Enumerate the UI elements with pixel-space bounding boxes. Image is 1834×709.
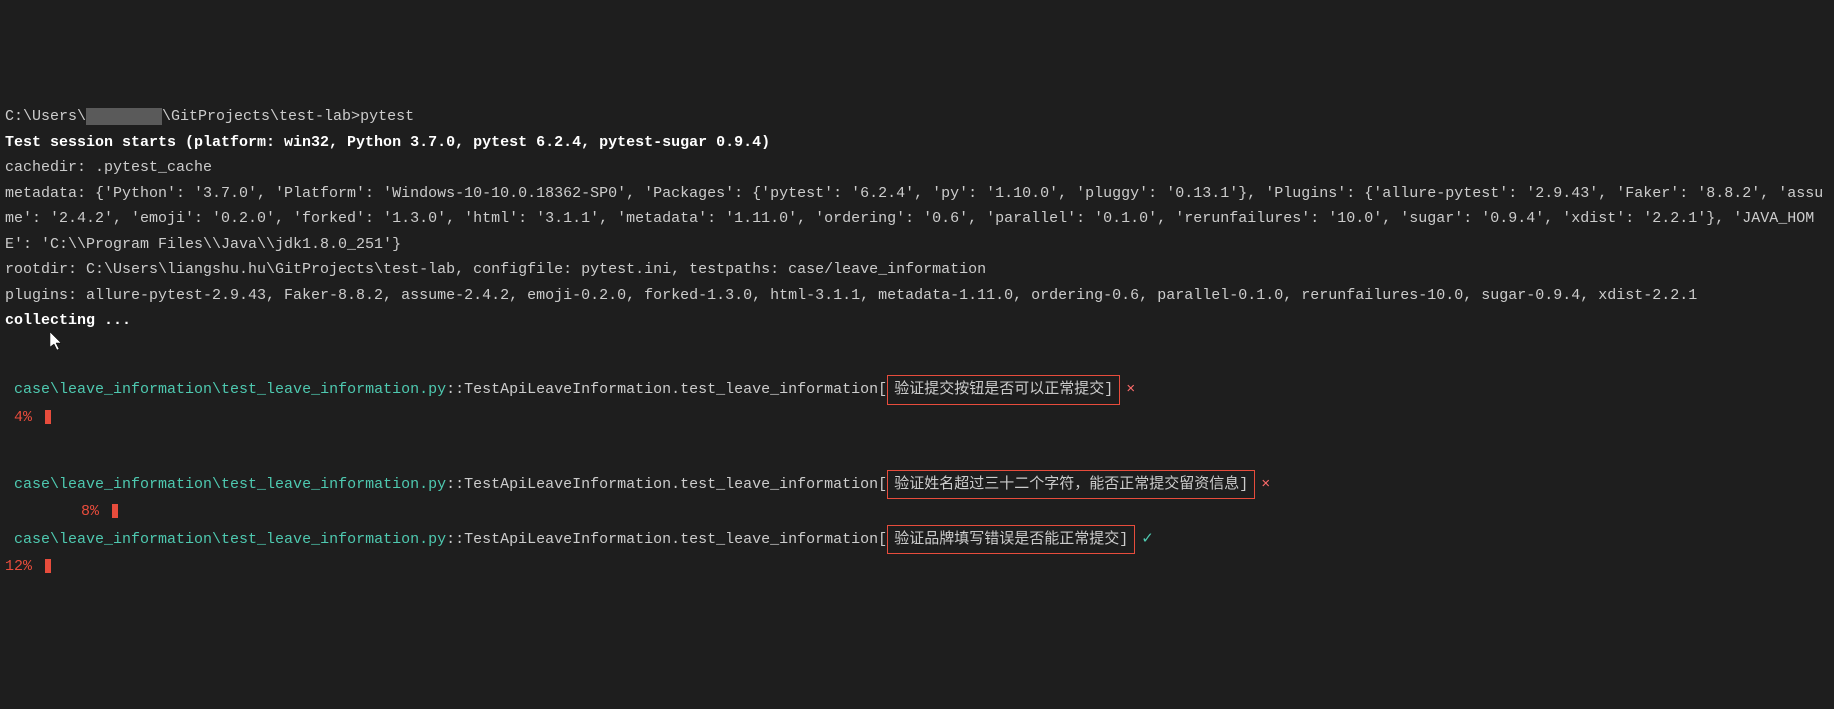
prompt-prefix: C:\Users\ xyxy=(5,108,86,125)
prompt-line: C:\Users\████████\GitProjects\test-lab>p… xyxy=(5,108,414,125)
test-sep: :: xyxy=(446,381,464,398)
plugins-line: plugins: allure-pytest-2.9.43, Faker-8.8… xyxy=(5,287,1697,304)
test-param-closing: ] xyxy=(1239,476,1248,493)
terminal-output[interactable]: C:\Users\████████\GitProjects\test-lab>p… xyxy=(5,104,1829,580)
test-sep: :: xyxy=(446,531,464,548)
prompt-redacted: ████████ xyxy=(86,108,162,125)
metadata-line: metadata: {'Python': '3.7.0', 'Platform'… xyxy=(5,185,1823,253)
test-param-closing: ] xyxy=(1104,381,1113,398)
test-param: 验证提交按钮是否可以正常提交 xyxy=(894,381,1104,398)
progress-line-1: 4% xyxy=(5,405,1829,431)
progress-bar xyxy=(45,559,51,573)
pass-mark-icon: ✓ xyxy=(1141,531,1154,548)
cachedir-line: cachedir: .pytest_cache xyxy=(5,159,212,176)
test-param-box: 验证提交按钮是否可以正常提交] xyxy=(887,375,1120,405)
test-param-box: 验证品牌填写错误是否能正常提交] xyxy=(887,525,1135,555)
test-path: case\leave_information\test_leave_inform… xyxy=(5,531,446,548)
progress-line-2: 8% xyxy=(81,499,1829,525)
percent-text: 4% xyxy=(5,409,32,426)
test-param: 验证姓名超过三十二个字符，能否正常提交留资信息 xyxy=(894,476,1239,493)
test-path: case\leave_information\test_leave_inform… xyxy=(5,476,446,493)
session-header: Test session starts (platform: win32, Py… xyxy=(5,134,770,151)
test-param-box: 验证姓名超过三十二个字符，能否正常提交留资信息] xyxy=(887,470,1255,500)
test-sep: :: xyxy=(446,476,464,493)
test-name: TestApiLeaveInformation.test_leave_infor… xyxy=(464,381,887,398)
fail-mark-icon: × xyxy=(1126,381,1135,398)
test-result-1: case\leave_information\test_leave_inform… xyxy=(5,375,1829,405)
test-path: case\leave_information\test_leave_inform… xyxy=(5,381,446,398)
collecting-line: collecting ... xyxy=(5,312,131,329)
progress-line-3: 12% xyxy=(5,554,1829,580)
percent-text: 8% xyxy=(81,503,99,520)
prompt-suffix: \GitProjects\test-lab> xyxy=(162,108,360,125)
fail-mark-icon: × xyxy=(1261,476,1270,493)
test-result-3: case\leave_information\test_leave_inform… xyxy=(5,525,1829,555)
progress-bar xyxy=(112,504,118,518)
rootdir-line: rootdir: C:\Users\liangshu.hu\GitProject… xyxy=(5,261,986,278)
prompt-command: pytest xyxy=(360,108,414,125)
test-name: TestApiLeaveInformation.test_leave_infor… xyxy=(464,531,887,548)
test-name: TestApiLeaveInformation.test_leave_infor… xyxy=(464,476,887,493)
test-param: 验证品牌填写错误是否能正常提交 xyxy=(894,531,1119,548)
progress-bar xyxy=(45,410,51,424)
percent-text: 12% xyxy=(5,558,32,575)
test-param-closing: ] xyxy=(1119,531,1128,548)
test-result-2: case\leave_information\test_leave_inform… xyxy=(5,470,1829,500)
mouse-cursor-icon xyxy=(50,332,64,362)
